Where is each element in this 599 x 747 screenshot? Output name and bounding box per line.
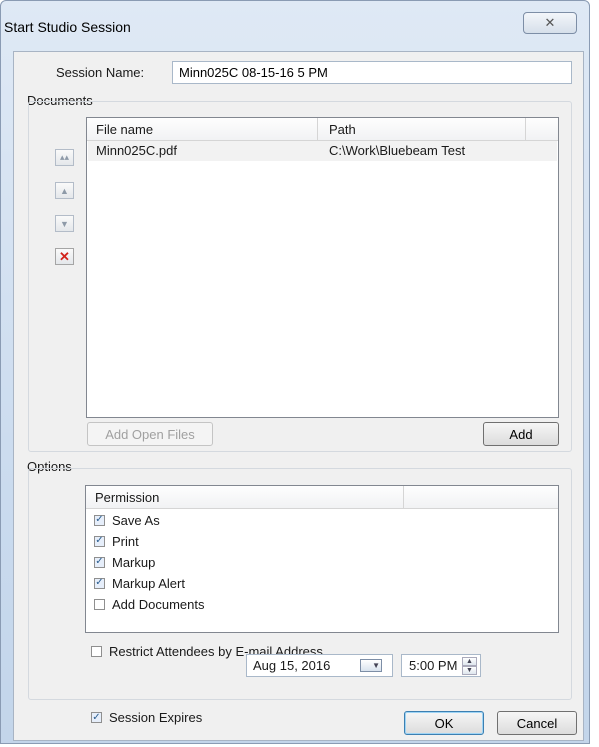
file-path-cell: C:\Work\Bluebeam Test xyxy=(329,143,466,158)
time-spinner[interactable]: ▲ ▼ xyxy=(462,657,477,675)
close-icon: ✕ xyxy=(544,15,556,30)
permission-markup-alert[interactable]: ✓ Markup Alert xyxy=(94,574,185,592)
markup-checkbox[interactable]: ✓ xyxy=(94,556,105,568)
markup-alert-label: Markup Alert xyxy=(112,575,185,591)
print-checkbox[interactable]: ✓ xyxy=(94,535,105,547)
session-name-input[interactable] xyxy=(172,61,572,84)
documents-group: ▴▴ ▲ ▼ ✕ File name Path Minn025C.pdf C:\… xyxy=(28,101,572,452)
session-expires-option[interactable]: ✓ Session Expires xyxy=(91,710,202,725)
session-expires-label: Session Expires xyxy=(109,710,203,725)
spin-down-icon[interactable]: ▼ xyxy=(462,666,477,675)
remove-file-button[interactable]: ✕ xyxy=(55,248,74,265)
calendar-dropdown-icon[interactable]: ▼ xyxy=(360,659,382,672)
permission-markup[interactable]: ✓ Markup xyxy=(94,553,155,571)
permission-save-as[interactable]: ✓ Save As xyxy=(94,511,160,529)
column-divider xyxy=(317,118,318,140)
markup-label: Markup xyxy=(112,554,156,570)
expiry-time-value: 5:00 PM xyxy=(409,658,458,673)
dialog-window: Start Studio Session ✕ Session Name: Doc… xyxy=(0,0,590,744)
table-row[interactable]: Minn025C.pdf C:\Work\Bluebeam Test xyxy=(88,141,557,161)
permissions-list[interactable]: Permission ✓ Save As ✓ Print ✓ Markup ✓ … xyxy=(85,485,559,633)
spin-up-icon[interactable]: ▲ xyxy=(462,657,477,666)
add-documents-label: Add Documents xyxy=(112,596,205,612)
dialog-body: Session Name: Documents ▴▴ ▲ ▼ ✕ File na… xyxy=(13,51,584,741)
add-open-files-button[interactable]: Add Open Files xyxy=(87,422,213,446)
markup-alert-checkbox[interactable]: ✓ xyxy=(94,577,105,589)
file-name-cell: Minn025C.pdf xyxy=(96,143,177,158)
column-file-name[interactable]: File name xyxy=(96,122,153,137)
add-button[interactable]: Add xyxy=(483,422,559,446)
save-as-checkbox[interactable]: ✓ xyxy=(94,514,105,526)
window-title: Start Studio Session xyxy=(4,19,131,35)
ok-button[interactable]: OK xyxy=(404,711,484,735)
move-down-icon: ▼ xyxy=(60,218,69,229)
permission-add-documents[interactable]: Add Documents xyxy=(94,595,205,613)
move-up-icon: ▲ xyxy=(60,185,69,196)
close-button[interactable]: ✕ xyxy=(523,12,577,34)
move-up-button[interactable]: ▲ xyxy=(55,182,74,199)
expiry-date-picker[interactable]: Aug 15, 2016 ▼ xyxy=(246,654,393,677)
delete-icon: ✕ xyxy=(59,248,70,264)
session-name-label: Session Name: xyxy=(56,65,145,80)
column-permission[interactable]: Permission xyxy=(95,490,159,505)
session-expires-checkbox[interactable]: ✓ xyxy=(91,712,102,723)
documents-list[interactable]: File name Path Minn025C.pdf C:\Work\Blue… xyxy=(86,117,559,418)
column-divider xyxy=(403,486,404,508)
expiry-date-value: Aug 15, 2016 xyxy=(253,658,331,673)
add-documents-checkbox[interactable] xyxy=(94,598,105,610)
permissions-list-header: Permission xyxy=(86,486,558,509)
save-as-label: Save As xyxy=(112,512,160,528)
column-path[interactable]: Path xyxy=(329,122,356,137)
restrict-attendees-checkbox[interactable] xyxy=(91,646,102,657)
move-top-icon: ▴▴ xyxy=(59,152,70,162)
column-divider xyxy=(525,118,526,140)
documents-list-header: File name Path xyxy=(87,118,558,141)
print-label: Print xyxy=(112,533,139,549)
move-top-button[interactable]: ▴▴ xyxy=(55,149,74,166)
permission-print[interactable]: ✓ Print xyxy=(94,532,139,550)
move-down-button[interactable]: ▼ xyxy=(55,215,74,232)
cancel-button[interactable]: Cancel xyxy=(497,711,577,735)
expiry-time-picker[interactable]: 5:00 PM ▲ ▼ xyxy=(401,654,481,677)
